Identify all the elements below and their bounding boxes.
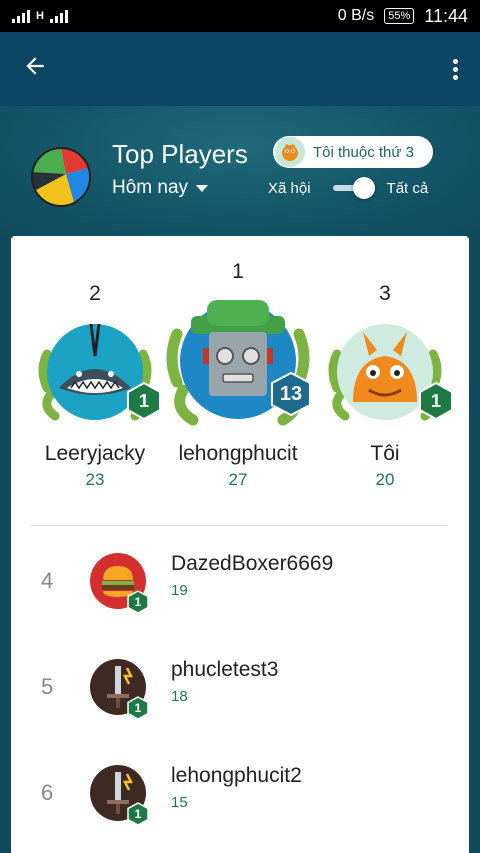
page-title: Top Players	[112, 139, 248, 169]
list-score: 18	[171, 688, 188, 705]
dragon-icon	[282, 144, 298, 161]
arrow-left-icon[interactable]	[22, 53, 48, 85]
signal-icon	[12, 9, 30, 23]
podium-name: Leeryjacky	[44, 442, 146, 465]
chevron-down-icon	[196, 184, 209, 192]
list-score: 19	[171, 582, 188, 599]
scope-toggle-row: Xã hội Tất cả	[268, 176, 438, 200]
avatar: 13	[163, 286, 313, 436]
list-name: DazedBoxer6669	[171, 552, 334, 575]
my-rank-chip[interactable]: Tôi thuộc thứ 3	[273, 136, 433, 168]
list-item[interactable]: 6 1 lehongphucit2 15	[11, 740, 469, 846]
avatar: 1	[323, 310, 453, 434]
app-bar	[0, 32, 480, 106]
list-rank: 5	[41, 674, 54, 699]
avatar: 1	[89, 764, 149, 826]
network-type: H	[36, 10, 44, 22]
podium-player-3[interactable]: 3 1 Tôi 20	[323, 282, 453, 490]
level-badge: 1	[127, 382, 161, 420]
leaderboard-header: Top Players Hôm nay Tôi thuộc thứ 3 Xã h…	[0, 106, 480, 236]
avatar: 1	[89, 552, 149, 614]
list-rank: 4	[41, 568, 54, 593]
avatar: 1	[89, 658, 149, 720]
level-badge: 1	[127, 802, 149, 826]
level-badge: 1	[127, 590, 149, 614]
level-badge: 13	[271, 372, 311, 416]
more-vert-icon[interactable]	[447, 53, 464, 86]
podium-score: 27	[228, 470, 248, 489]
podium-rank: 3	[379, 282, 391, 305]
battery-icon: 55%	[384, 8, 415, 24]
list-item[interactable]: 4 1 DazedBoxer6669 19	[11, 528, 469, 634]
podium-score: 23	[85, 470, 105, 489]
list-item[interactable]: 5 1 phucletest3 18	[11, 634, 469, 740]
podium-player-2[interactable]: 2 1 Leeryjacky 23	[33, 282, 161, 490]
podium-player-1[interactable]: 1 13 lehongphucit 27	[163, 260, 313, 490]
divider	[31, 525, 447, 526]
game-ball-icon	[31, 147, 91, 207]
level-badge: 1	[127, 696, 149, 720]
scope-toggle[interactable]	[331, 176, 375, 200]
podium-rank: 1	[232, 260, 244, 283]
my-rank-text: Tôi thuộc thứ 3	[313, 143, 414, 161]
status-bar: H 0 B/s 55% 11:44	[0, 0, 480, 32]
level-badge: 1	[419, 382, 453, 420]
data-rate: 0 B/s	[337, 7, 375, 24]
list-score: 15	[171, 794, 188, 811]
avatar: 1	[33, 310, 161, 434]
my-avatar	[275, 137, 305, 167]
period-dropdown[interactable]: Hôm nay	[112, 177, 209, 199]
period-label: Hôm nay	[112, 177, 189, 198]
list-rank: 6	[41, 780, 54, 805]
toggle-label-social: Xã hội	[268, 179, 311, 197]
toggle-label-all: Tất cả	[386, 179, 429, 197]
podium-name: Tôi	[370, 442, 400, 465]
list-name: lehongphucit2	[171, 764, 302, 787]
podium-rank: 2	[89, 282, 101, 305]
list-name: phucletest3	[171, 658, 279, 681]
clock: 11:44	[424, 5, 468, 26]
podium-score: 20	[375, 470, 395, 489]
signal-icon-2	[49, 9, 68, 23]
leaderboard-card: 2 1 Leeryjacky 23 1 13 lehongphucit 27 3…	[11, 236, 469, 853]
podium-name: lehongphucit	[178, 442, 298, 465]
